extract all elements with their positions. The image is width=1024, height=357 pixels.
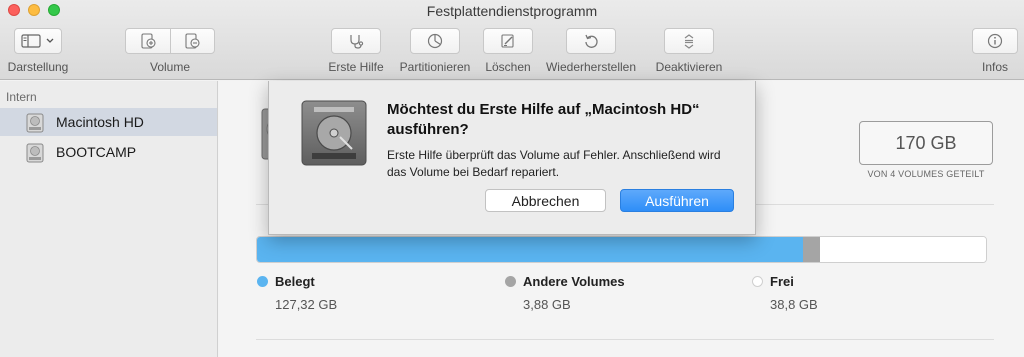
volume-button-group: [125, 28, 215, 54]
dialog-question: Möchtest du Erste Hilfe auf „Macintosh H…: [387, 101, 700, 138]
view-label: Darstellung: [7, 60, 69, 74]
unmount-label: Deaktivieren: [655, 60, 723, 74]
other-volumes-color-dot: [505, 276, 516, 287]
erase-button[interactable]: [483, 28, 533, 54]
run-first-aid-button[interactable]: Ausführen: [620, 189, 734, 212]
internal-disk-icon: [26, 143, 44, 163]
restore-arrow-icon: [585, 34, 598, 48]
internal-disk-icon: [26, 113, 44, 133]
window-title: Festplattendienstprogramm: [426, 3, 598, 19]
restore-label: Wiederherstellen: [545, 60, 637, 74]
erase-label: Löschen: [485, 60, 531, 74]
add-volume-button[interactable]: [126, 29, 170, 53]
sidebar-view-icon: [21, 34, 54, 48]
info-button[interactable]: [972, 28, 1018, 54]
add-volume-icon: [141, 33, 156, 49]
first-aid-button[interactable]: [331, 28, 381, 54]
partition-button[interactable]: [410, 28, 460, 54]
sidebar-item-macintosh-hd[interactable]: Macintosh HD: [0, 108, 217, 136]
window-toolbar: Festplattendienstprogramm Darstellung Vo…: [0, 0, 1024, 80]
capacity-note: VON 4 VOLUMES GETEILT: [867, 169, 985, 179]
free-color-dot: [752, 276, 763, 287]
pie-partition-icon: [427, 33, 443, 49]
legend-free-title: Frei: [770, 274, 794, 289]
usage-bar: [256, 236, 987, 263]
used-color-dot: [257, 276, 268, 287]
volume-label: Volume: [149, 60, 191, 74]
sidebar: Intern Macintosh HD BOOTCAMP: [0, 81, 218, 357]
first-aid-dialog: Möchtest du Erste Hilfe auf „Macintosh H…: [268, 81, 756, 235]
remove-volume-button[interactable]: [169, 29, 215, 53]
partition-label: Partitionieren: [399, 60, 471, 74]
sidebar-item-label: Macintosh HD: [56, 114, 144, 130]
erase-pencil-icon: [501, 34, 514, 48]
legend-other-value: 3,88 GB: [523, 297, 571, 312]
legend-free-value: 38,8 GB: [770, 297, 818, 312]
sidebar-item-label: BOOTCAMP: [56, 144, 137, 160]
cancel-button[interactable]: Abbrechen: [485, 189, 606, 212]
usage-segment-other-volumes: [802, 237, 820, 262]
restore-button[interactable]: [566, 28, 616, 54]
hard-disk-icon: [301, 100, 367, 166]
stethoscope-icon: [350, 35, 364, 49]
legend-used-title: Belegt: [275, 274, 315, 289]
chevron-down-icon: [46, 38, 54, 43]
first-aid-label: Erste Hilfe: [328, 60, 384, 74]
divider: [256, 339, 994, 340]
sidebar-section-internal: Intern: [6, 90, 37, 104]
view-button[interactable]: [14, 28, 62, 54]
sidebar-item-bootcamp[interactable]: BOOTCAMP: [0, 138, 217, 166]
info-label: Infos: [981, 60, 1009, 74]
unmount-button[interactable]: [664, 28, 714, 54]
dialog-description: Erste Hilfe überprüft das Volume auf Feh…: [387, 148, 721, 179]
legend-other-title: Andere Volumes: [523, 274, 625, 289]
unmount-icon: [684, 34, 694, 49]
usage-segment-free: [819, 237, 986, 262]
usage-segment-used: [257, 237, 803, 262]
info-icon: [987, 33, 1003, 49]
legend-used-value: 127,32 GB: [275, 297, 338, 312]
remove-volume-icon: [185, 33, 200, 49]
capacity-value: 170 GB: [859, 121, 993, 165]
